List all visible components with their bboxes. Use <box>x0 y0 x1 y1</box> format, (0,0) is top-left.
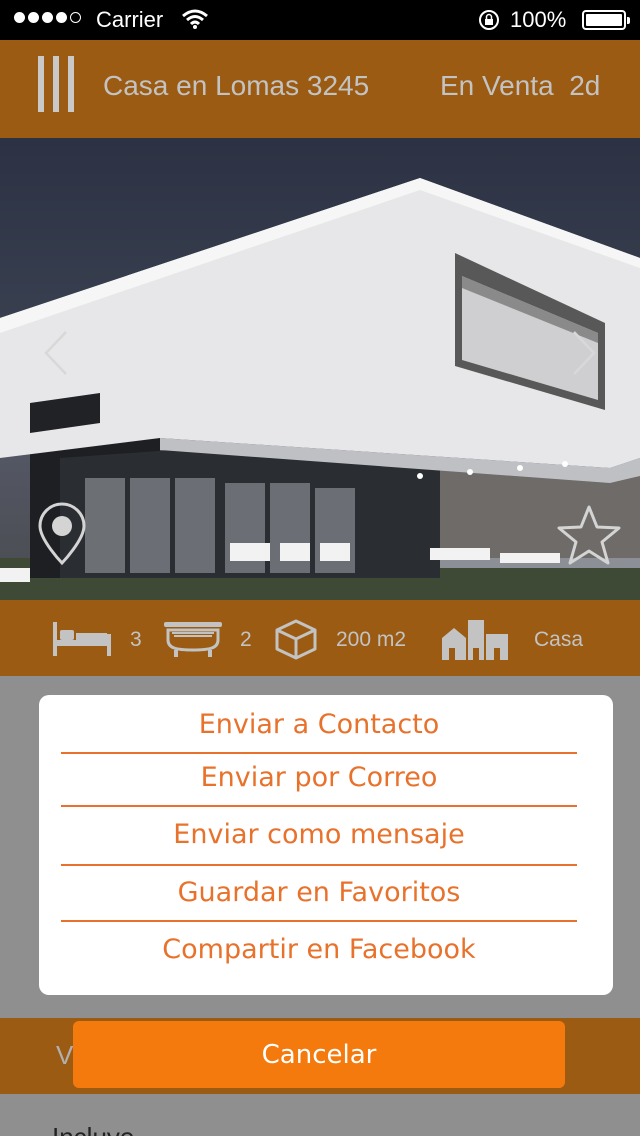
location-pin-icon[interactable] <box>36 502 88 566</box>
property-title: Casa en Lomas 3245 <box>103 70 370 101</box>
action-separator <box>61 805 577 807</box>
status-bar: Carrier 100% <box>0 0 640 40</box>
carrier-name: Carrier <box>96 7 164 32</box>
send-as-message-button[interactable]: Enviar como mensaje <box>61 819 577 850</box>
cancel-button[interactable]: Cancelar <box>73 1021 565 1088</box>
wifi-icon <box>182 9 208 29</box>
listing-status: En Venta 2d <box>440 70 601 101</box>
menu-icon[interactable] <box>38 56 74 112</box>
bathrooms-count: 2 <box>240 628 252 651</box>
bed-icon <box>53 622 111 656</box>
action-separator <box>61 864 577 866</box>
arrow-right-icon[interactable] <box>570 328 600 378</box>
action-separator <box>61 920 577 922</box>
share-action-sheet: Enviar a Contacto Enviar por Correo Envi… <box>39 695 613 995</box>
house-illustration <box>0 178 640 600</box>
signal-strength-icon <box>14 12 81 23</box>
battery-percentage: 100% <box>510 7 567 32</box>
send-by-email-button[interactable]: Enviar por Correo <box>61 762 577 793</box>
property-photo[interactable] <box>0 138 640 600</box>
arrow-left-icon[interactable] <box>40 328 70 378</box>
battery-icon <box>582 10 630 30</box>
star-icon[interactable] <box>556 504 622 566</box>
lock-rotation-icon <box>479 10 499 30</box>
send-to-contact-button[interactable]: Enviar a Contacto <box>61 709 577 740</box>
bathtub-icon <box>164 622 222 657</box>
bedrooms-count: 3 <box>130 628 142 651</box>
save-to-favorites-button[interactable]: Guardar en Favoritos <box>61 877 577 908</box>
area-value: 200 m2 <box>336 628 407 651</box>
area-box-icon <box>275 619 317 660</box>
property-type: Casa <box>534 628 584 651</box>
property-specs-bar: 3 2 200 m2 Casa <box>0 600 640 676</box>
buildings-icon <box>442 620 508 660</box>
incluye-label: Incluye <box>52 1122 134 1136</box>
share-on-facebook-button[interactable]: Compartir en Facebook <box>61 934 577 965</box>
action-separator <box>61 752 577 754</box>
section-label-partial: V <box>56 1040 74 1070</box>
navigation-header: Casa en Lomas 3245 En Venta 2d <box>0 40 640 138</box>
